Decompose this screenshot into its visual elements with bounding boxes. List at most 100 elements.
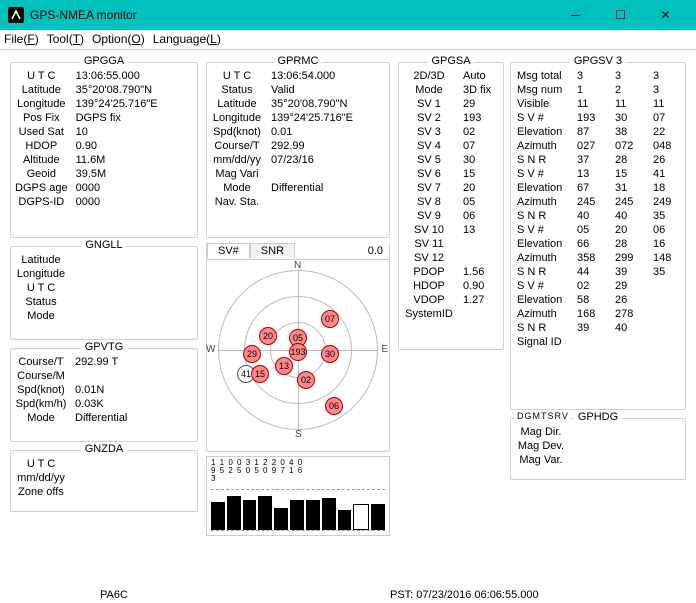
row-value: [71, 369, 197, 383]
table-row: Altitude11.6M: [11, 153, 197, 167]
snr-bar: [322, 498, 336, 530]
sky-value: 0.0: [295, 245, 389, 257]
row-key: S N R: [511, 209, 571, 223]
col-a: 1: [571, 83, 609, 97]
row-value: 02: [459, 125, 503, 139]
col-c: 249: [647, 195, 685, 209]
col-a: 66: [571, 237, 609, 251]
compass-n: N: [294, 260, 301, 271]
row-value: 1.56: [459, 265, 503, 279]
table-row: DGPS age0000: [11, 181, 197, 195]
col-b: 11: [609, 97, 647, 111]
panel-gprmc: GPRMC U T C13:06:54.000StatusValidLatitu…: [206, 62, 390, 238]
row-value: 0000: [72, 195, 197, 209]
panel-title: GNZDA: [81, 443, 128, 455]
table-row: SV 906: [399, 209, 503, 223]
row-key: Spd(knot): [207, 125, 267, 139]
satellite-marker: 15: [251, 365, 269, 383]
panel-gnzda: GNZDA U T Cmm/dd/yyZone offs: [10, 450, 198, 512]
row-value: 35°20'08.790"N: [72, 83, 197, 97]
row-value: [459, 237, 503, 251]
snr-bar: [306, 500, 320, 530]
table-row: SV 11: [399, 237, 503, 251]
row-key: Spd(knot): [11, 383, 71, 397]
table-row: mm/dd/yy: [11, 471, 197, 485]
table-row: SV 615: [399, 167, 503, 181]
table-row: Longitude: [11, 267, 197, 281]
col-b: 245: [609, 195, 647, 209]
menu-file[interactable]: File(F): [4, 32, 39, 47]
table-row: Elevation662816: [511, 237, 685, 251]
status-pst: PST: 07/23/2016 06:06:55.000: [390, 589, 539, 601]
row-key: SV 7: [399, 181, 459, 195]
row-value: [459, 251, 503, 265]
row-value: Auto: [459, 69, 503, 83]
row-key: Azimuth: [511, 139, 571, 153]
tab-snr[interactable]: SNR: [250, 243, 295, 258]
col-c: [647, 293, 685, 307]
table-row: Latitude35°20'08.790"N: [207, 97, 389, 111]
menu-language[interactable]: Language(L): [153, 32, 221, 47]
table-row: SystemID: [399, 307, 503, 321]
row-key: S N R: [511, 321, 571, 335]
close-button[interactable]: ✕: [643, 0, 688, 30]
row-value: 0.01N: [71, 383, 197, 397]
col-c: 148: [647, 251, 685, 265]
col-a: 168: [571, 307, 609, 321]
panel-title: GPHDG: [574, 411, 622, 423]
row-value: [71, 485, 197, 499]
tab-sv[interactable]: SV#: [207, 243, 250, 258]
row-key: Mode: [11, 309, 71, 323]
col-b: 28: [609, 237, 647, 251]
col-b: 20: [609, 223, 647, 237]
panel-title: GPVTG: [81, 341, 128, 353]
table-row: Azimuth358299148: [511, 251, 685, 265]
row-key: Longitude: [207, 111, 267, 125]
table-row: Mag Dir.: [511, 425, 685, 439]
row-value: 0.01: [267, 125, 389, 139]
col-c: 048: [647, 139, 685, 153]
row-key: Elevation: [511, 293, 571, 307]
compass-s: S: [295, 429, 302, 440]
row-key: U T C: [11, 281, 71, 295]
row-key: Msg total: [511, 69, 571, 83]
row-key: Mode: [11, 411, 71, 425]
row-key: S V #: [511, 167, 571, 181]
maximize-button[interactable]: ☐: [598, 0, 643, 30]
table-row: S V #0229: [511, 279, 685, 293]
table-row: Geoid39.5M: [11, 167, 197, 181]
table-row: HDOP0.90: [11, 139, 197, 153]
col-a: 05: [571, 223, 609, 237]
row-key: SV 9: [399, 209, 459, 223]
col-a: 67: [571, 181, 609, 195]
row-value: 1.27: [459, 293, 503, 307]
window-title: GPS-NMEA monitor: [30, 8, 553, 22]
col-c: [647, 321, 685, 335]
col-c: 3: [647, 83, 685, 97]
table-row: SV 129: [399, 97, 503, 111]
row-key: Nav. Sta.: [207, 195, 267, 209]
col-c: 18: [647, 181, 685, 195]
col-a: 58: [571, 293, 609, 307]
table-row: mm/dd/yy07/23/16: [207, 153, 389, 167]
snr-bar: [338, 510, 352, 530]
row-key: mm/dd/yy: [11, 471, 71, 485]
col-b: 30: [609, 111, 647, 125]
table-row: U T C13:06:54.000: [207, 69, 389, 83]
menu-option[interactable]: Option(O): [92, 32, 145, 47]
satellite-marker: 29: [243, 345, 261, 363]
minimize-button[interactable]: ─: [553, 0, 598, 30]
panel-gngll: GNGLL LatitudeLongitudeU T CStatusMode: [10, 246, 198, 340]
col-c: 41: [647, 167, 685, 181]
panel-title: GPGGA: [80, 55, 128, 67]
table-row: Azimuth245245249: [511, 195, 685, 209]
row-value: 3D fix: [459, 83, 503, 97]
col-b: 40: [609, 209, 647, 223]
row-value: 139°24'25.716"E: [267, 111, 389, 125]
row-value: [71, 281, 197, 295]
col-c: [647, 279, 685, 293]
panel-gpvtg: GPVTG Course/T292.99 TCourse/MSpd(knot)0…: [10, 348, 198, 442]
snr-bar: [371, 504, 385, 530]
menu-tool[interactable]: Tool(T): [47, 32, 84, 47]
table-row: S V #052006: [511, 223, 685, 237]
